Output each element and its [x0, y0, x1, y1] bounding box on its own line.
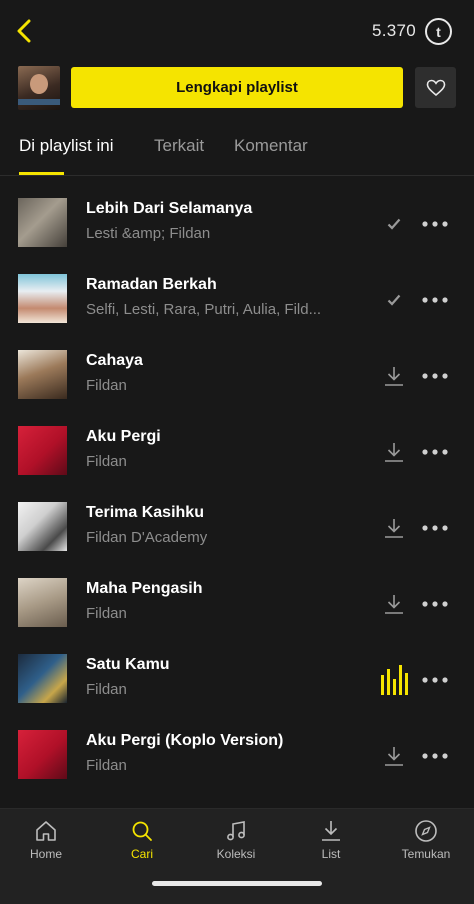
song-artist: Fildan	[86, 605, 127, 622]
song-row[interactable]: Cahaya Fildan	[0, 338, 474, 414]
active-tab-indicator	[19, 172, 64, 175]
song-row[interactable]: Maha Pengasih Fildan	[0, 566, 474, 642]
nav-list[interactable]: List	[291, 819, 371, 879]
music-note-icon	[227, 821, 245, 841]
song-title: Satu Kamu	[86, 656, 170, 673]
more-options-button[interactable]	[420, 588, 450, 620]
nav-collection[interactable]: Koleksi	[196, 819, 276, 879]
song-title: Cahaya	[86, 352, 143, 369]
check-icon	[387, 294, 401, 306]
coin-balance: 5.370	[371, 21, 416, 40]
download-icon	[385, 747, 403, 766]
tab-comments[interactable]: Komentar	[234, 136, 308, 156]
song-artwork	[18, 198, 67, 247]
song-row[interactable]: Ramadan Berkah Selfi, Lesti, Rara, Putri…	[0, 262, 474, 338]
song-title: Aku Pergi	[86, 428, 161, 445]
download-button[interactable]	[378, 512, 410, 544]
download-icon	[385, 595, 403, 614]
coin-icon[interactable]: t	[425, 18, 452, 45]
nav-home[interactable]: Home	[6, 819, 86, 879]
download-icon	[385, 443, 403, 462]
song-title: Aku Pergi (Koplo Version)	[86, 732, 284, 749]
song-artwork	[18, 426, 67, 475]
heart-icon	[426, 79, 445, 96]
more-options-button[interactable]	[420, 664, 450, 696]
top-bar: 5.370 t	[0, 0, 474, 58]
download-icon	[385, 367, 403, 386]
more-dots-icon	[422, 449, 448, 455]
now-playing-indicator	[378, 664, 410, 696]
song-artist: Fildan	[86, 453, 127, 470]
tab-in-playlist[interactable]: Di playlist ini	[19, 136, 113, 156]
bottom-navigation: Home Cari Koleksi List Temukan	[0, 808, 474, 904]
song-row[interactable]: Terima Kasihku Fildan D'Academy	[0, 490, 474, 566]
song-artwork	[18, 654, 67, 703]
song-row[interactable]: Aku Pergi Fildan	[0, 414, 474, 490]
song-artist: Selfi, Lesti, Rara, Putri, Aulia, Fild..…	[86, 301, 322, 318]
song-title: Lebih Dari Selamanya	[86, 200, 253, 217]
song-artwork	[18, 274, 67, 323]
download-icon	[385, 519, 403, 538]
song-artist: Lesti &amp; Fildan	[86, 225, 211, 242]
home-indicator	[152, 881, 322, 886]
download-button[interactable]	[378, 588, 410, 620]
back-button[interactable]	[10, 16, 38, 46]
download-list-icon	[322, 821, 340, 841]
nav-label: Cari	[130, 847, 153, 861]
more-dots-icon	[422, 297, 448, 303]
more-options-button[interactable]	[420, 512, 450, 544]
more-dots-icon	[422, 677, 448, 683]
more-options-button[interactable]	[420, 284, 450, 316]
song-title: Terima Kasihku	[86, 504, 204, 521]
download-button[interactable]	[378, 436, 410, 468]
nav-search[interactable]: Cari	[102, 819, 182, 879]
more-options-button[interactable]	[420, 740, 450, 772]
song-row[interactable]: Lebih Dari Selamanya Lesti &amp; Fildan	[0, 186, 474, 262]
song-title: Maha Pengasih	[86, 580, 203, 597]
song-artist: Fildan	[86, 681, 127, 698]
song-artwork	[18, 730, 67, 779]
more-options-button[interactable]	[420, 436, 450, 468]
song-artwork	[18, 350, 67, 399]
song-row[interactable]: Satu Kamu Fildan	[0, 642, 474, 718]
more-dots-icon	[422, 753, 448, 759]
tab-bar: Di playlist ini Terkait Komentar	[0, 128, 474, 176]
compass-icon	[415, 820, 437, 842]
equalizer-icon	[381, 665, 408, 695]
nav-label: List	[321, 847, 341, 861]
playlist-cover[interactable]	[18, 66, 60, 110]
song-title: Ramadan Berkah	[86, 276, 217, 293]
home-icon	[36, 821, 56, 841]
chevron-left-icon	[17, 19, 31, 43]
search-icon	[132, 821, 152, 841]
check-icon	[387, 218, 401, 230]
more-dots-icon	[422, 601, 448, 607]
downloaded-status	[378, 208, 410, 240]
complete-playlist-button[interactable]: Lengkapi playlist	[71, 67, 403, 108]
song-artist: Fildan	[86, 377, 127, 394]
song-row[interactable]: Aku Pergi (Koplo Version) Fildan	[0, 718, 474, 794]
nav-label: Koleksi	[216, 847, 256, 861]
more-options-button[interactable]	[420, 208, 450, 240]
more-dots-icon	[422, 525, 448, 531]
song-artist: Fildan D'Academy	[86, 529, 208, 546]
playlist-actions: Lengkapi playlist	[0, 62, 474, 114]
tab-related[interactable]: Terkait	[154, 136, 204, 156]
downloaded-status	[378, 284, 410, 316]
song-artwork	[18, 578, 67, 627]
download-button[interactable]	[378, 740, 410, 772]
nav-label: Temukan	[401, 847, 451, 861]
song-artwork	[18, 502, 67, 551]
nav-label: Home	[29, 847, 62, 861]
song-artist: Fildan	[86, 757, 127, 774]
more-dots-icon	[422, 221, 448, 227]
more-dots-icon	[422, 373, 448, 379]
nav-discover[interactable]: Temukan	[386, 819, 466, 879]
favorite-button[interactable]	[415, 67, 456, 108]
download-button[interactable]	[378, 360, 410, 392]
more-options-button[interactable]	[420, 360, 450, 392]
